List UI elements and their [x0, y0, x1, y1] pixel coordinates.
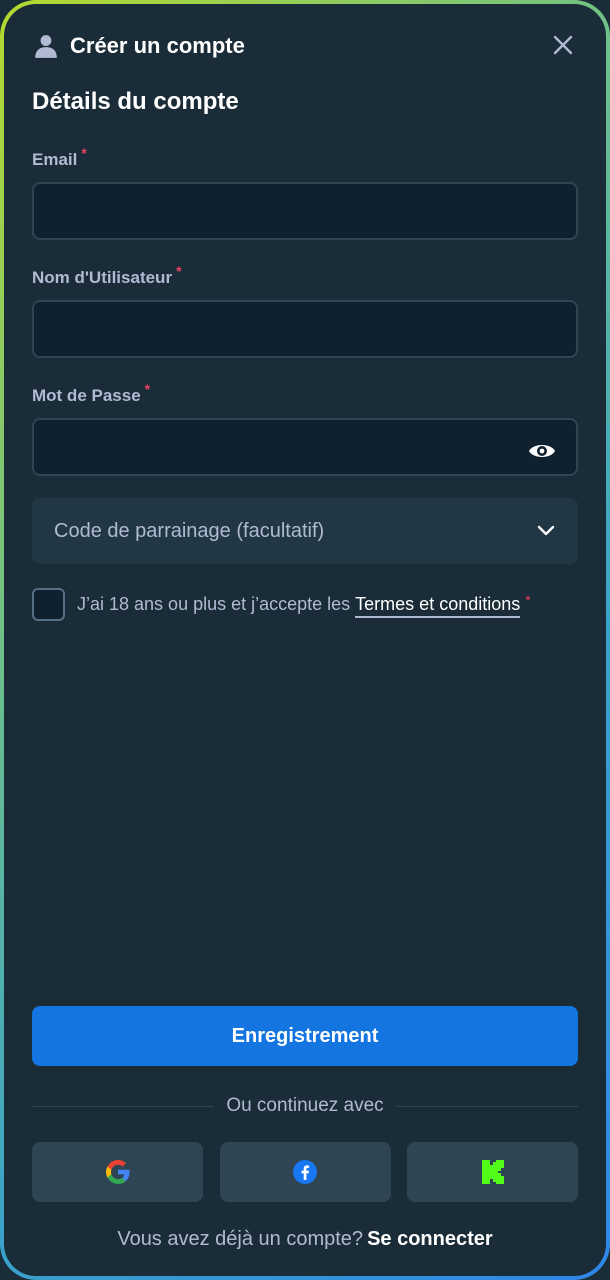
terms-link[interactable]: Termes et conditions [355, 594, 521, 618]
divider-line [32, 1105, 215, 1107]
user-icon [32, 32, 60, 60]
modal-frame: Créer un compte Détails du compte Email *… [0, 0, 610, 1280]
modal-header: Créer un compte [32, 26, 578, 66]
divider-line [395, 1105, 578, 1107]
username-label: Nom d'Utilisateur * [32, 263, 182, 287]
facebook-login-button[interactable] [219, 1142, 391, 1202]
referral-code-label: Code de parrainage (facultatif) [54, 519, 325, 542]
email-field[interactable] [32, 182, 578, 240]
terms-checkbox[interactable] [32, 588, 65, 621]
toggle-password-visibility-button[interactable] [524, 433, 560, 469]
password-field[interactable] [32, 418, 578, 476]
modal-title: Créer un compte [70, 33, 245, 58]
login-prompt: Vous avez déjà un compte? Se connecter [4, 1228, 606, 1251]
eye-icon [529, 445, 555, 457]
required-marker: * [144, 381, 151, 397]
google-icon [105, 1160, 129, 1184]
register-button[interactable]: Enregistrement [32, 1006, 578, 1066]
facebook-icon [293, 1160, 317, 1184]
terms-text: J’ai 18 ans ou plus et j’accepte les Term… [77, 592, 531, 618]
create-account-modal: Créer un compte Détails du compte Email *… [4, 4, 606, 1276]
email-label: Email * [32, 145, 87, 169]
password-label: Mot de Passe * [32, 381, 151, 405]
social-login-row [32, 1142, 578, 1202]
required-marker: * [176, 263, 182, 279]
username-field[interactable] [32, 300, 578, 358]
google-login-button[interactable] [32, 1142, 203, 1202]
close-button[interactable] [548, 30, 578, 60]
required-marker: * [525, 592, 531, 608]
kick-login-button[interactable] [407, 1142, 578, 1202]
login-prompt-text: Vous avez déjà un compte? [117, 1228, 364, 1250]
login-link[interactable]: Se connecter [367, 1228, 493, 1250]
divider: Ou continuez avec [32, 1092, 578, 1120]
divider-text: Ou continuez avec [226, 1095, 384, 1116]
required-marker: * [81, 145, 87, 161]
close-icon [553, 35, 573, 55]
chevron-down-icon [536, 521, 556, 541]
kick-icon [481, 1160, 504, 1184]
terms-row: J’ai 18 ans ou plus et j’accepte les Term… [32, 588, 531, 621]
referral-code-dropdown[interactable]: Code de parrainage (facultatif) [32, 498, 578, 564]
section-title: Détails du compte [32, 88, 239, 115]
